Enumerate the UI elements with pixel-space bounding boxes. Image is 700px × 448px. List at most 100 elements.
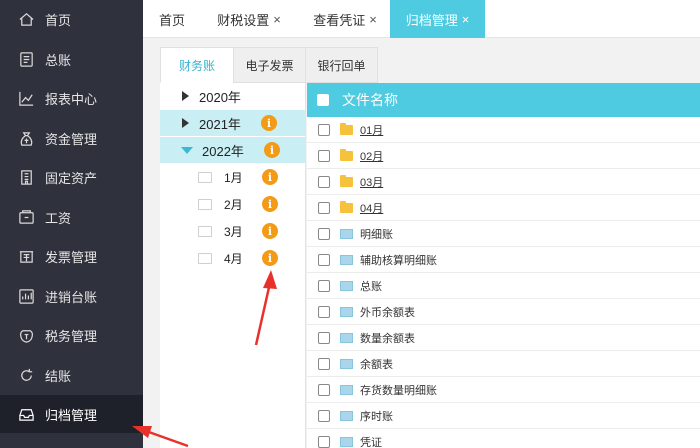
row-checkbox[interactable] xyxy=(318,175,330,188)
info-icon[interactable]: i xyxy=(264,142,280,158)
file-row[interactable]: 03月 xyxy=(307,169,700,195)
file-row[interactable]: 存货数量明细账 xyxy=(307,377,700,403)
expand-arrow-icon[interactable] xyxy=(182,91,189,101)
info-icon[interactable]: i xyxy=(262,169,278,185)
tree-label: 2020年 xyxy=(199,89,241,105)
row-checkbox[interactable] xyxy=(318,305,330,318)
select-all-checkbox[interactable] xyxy=(317,94,329,106)
row-checkbox[interactable] xyxy=(318,383,330,396)
close-icon[interactable]: × xyxy=(273,12,281,27)
home-icon xyxy=(17,10,35,28)
file-row[interactable]: 凭证 xyxy=(307,429,700,448)
file-row[interactable]: 04月 xyxy=(307,195,700,221)
file-name[interactable]: 余额表 xyxy=(360,356,393,372)
book-icon xyxy=(340,358,353,369)
sidebar-item-ledger[interactable]: 总账 xyxy=(0,40,143,78)
sidebar-item-archive[interactable]: 归档管理 xyxy=(0,395,143,433)
sidebar-item-invoices[interactable]: 发票管理 xyxy=(0,237,143,275)
period-tree: 2020年 2021年 i 2022年 i 1月 i 2月 i 3月 i 4月 … xyxy=(160,83,306,448)
file-row[interactable]: 辅助核算明细账 xyxy=(307,247,700,273)
sidebar-item-fixed-assets[interactable]: 固定资产 xyxy=(0,158,143,196)
sidebar-item-label: 归档管理 xyxy=(45,407,98,423)
file-row[interactable]: 数量余额表 xyxy=(307,325,700,351)
subtab-accounting-books[interactable]: 财务账 xyxy=(160,47,234,83)
row-checkbox[interactable] xyxy=(318,149,330,162)
file-name[interactable]: 02月 xyxy=(360,148,383,164)
expand-arrow-icon[interactable] xyxy=(182,118,189,128)
row-checkbox[interactable] xyxy=(318,409,330,422)
info-icon[interactable]: i xyxy=(261,115,277,131)
row-checkbox[interactable] xyxy=(318,227,330,240)
file-name[interactable]: 序时账 xyxy=(360,408,393,424)
book-icon xyxy=(340,254,353,265)
subtab-e-invoices[interactable]: 电子发票 xyxy=(233,47,306,83)
file-name[interactable]: 外币余额表 xyxy=(360,304,415,320)
tab-tax-settings[interactable]: 财税设置 × xyxy=(205,0,293,38)
subtab-label: 电子发票 xyxy=(245,58,294,73)
file-name[interactable]: 01月 xyxy=(360,122,383,138)
tree-month-1[interactable]: 1月 i xyxy=(160,164,306,190)
tab-label: 归档管理 xyxy=(405,12,458,28)
tab-home[interactable]: 首页 xyxy=(143,0,201,38)
row-checkbox[interactable] xyxy=(318,201,330,214)
row-checkbox[interactable] xyxy=(318,279,330,292)
row-checkbox[interactable] xyxy=(318,331,330,344)
file-name[interactable]: 总账 xyxy=(360,278,382,294)
file-name[interactable]: 存货数量明细账 xyxy=(360,382,437,398)
file-row[interactable]: 序时账 xyxy=(307,403,700,429)
tree-year-2021[interactable]: 2021年 i xyxy=(160,110,306,136)
file-name[interactable]: 明细账 xyxy=(360,226,393,242)
tree-label: 4月 xyxy=(224,251,243,266)
ledger-icon xyxy=(17,50,35,68)
folder-icon xyxy=(340,148,353,161)
sidebar-item-salary[interactable]: 工资 xyxy=(0,198,143,236)
sidebar-item-closing[interactable]: 结账 xyxy=(0,356,143,394)
close-icon[interactable]: × xyxy=(462,12,470,27)
file-name[interactable]: 04月 xyxy=(360,200,383,216)
sidebar-item-tax[interactable]: 税务管理 xyxy=(0,316,143,354)
file-row[interactable]: 总账 xyxy=(307,273,700,299)
file-list-header: 文件名称 xyxy=(307,83,700,117)
info-icon[interactable]: i xyxy=(262,223,278,239)
info-icon[interactable]: i xyxy=(262,196,278,212)
row-checkbox[interactable] xyxy=(318,435,330,448)
tab-view-voucher[interactable]: 查看凭证 × xyxy=(301,0,389,38)
wallet-icon xyxy=(17,208,35,226)
tab-label: 查看凭证 xyxy=(313,12,366,28)
sidebar-item-label: 固定资产 xyxy=(45,170,98,186)
tree-label: 2021年 xyxy=(199,116,241,132)
row-checkbox[interactable] xyxy=(318,253,330,266)
file-name[interactable]: 数量余额表 xyxy=(360,330,415,346)
sidebar-item-reports[interactable]: 报表中心 xyxy=(0,79,143,117)
sidebar-item-label: 发票管理 xyxy=(45,249,98,265)
sidebar-item-label: 报表中心 xyxy=(45,91,98,107)
subtab-bank-receipts[interactable]: 银行回单 xyxy=(305,47,378,83)
row-checkbox[interactable] xyxy=(318,123,330,136)
collapse-arrow-icon[interactable] xyxy=(181,146,193,154)
tree-month-3[interactable]: 3月 i xyxy=(160,218,306,244)
tree-year-2022[interactable]: 2022年 i xyxy=(160,137,306,163)
file-row[interactable]: 02月 xyxy=(307,143,700,169)
row-checkbox[interactable] xyxy=(318,357,330,370)
inventory-icon xyxy=(17,287,35,305)
tab-archive[interactable]: 归档管理 × xyxy=(390,0,485,38)
file-row[interactable]: 外币余额表 xyxy=(307,299,700,325)
sidebar-item-home[interactable]: 首页 xyxy=(0,0,143,38)
book-icon xyxy=(340,332,353,343)
file-name[interactable]: 辅助核算明细账 xyxy=(360,252,437,268)
refresh-icon xyxy=(17,366,35,384)
info-icon[interactable]: i xyxy=(262,250,278,266)
tree-year-2020[interactable]: 2020年 xyxy=(160,83,306,109)
sidebar-item-funds[interactable]: 资金管理 xyxy=(0,119,143,157)
file-row[interactable]: 明细账 xyxy=(307,221,700,247)
sidebar-item-inventory[interactable]: 进销台账 xyxy=(0,277,143,315)
tree-month-2[interactable]: 2月 i xyxy=(160,191,306,217)
tree-month-4[interactable]: 4月 i xyxy=(160,245,306,271)
folder-icon xyxy=(340,200,353,213)
file-row[interactable]: 01月 xyxy=(307,117,700,143)
file-name[interactable]: 凭证 xyxy=(360,434,382,448)
close-icon[interactable]: × xyxy=(369,12,377,27)
money-bag-icon xyxy=(17,129,35,147)
file-name[interactable]: 03月 xyxy=(360,174,383,190)
file-row[interactable]: 余额表 xyxy=(307,351,700,377)
